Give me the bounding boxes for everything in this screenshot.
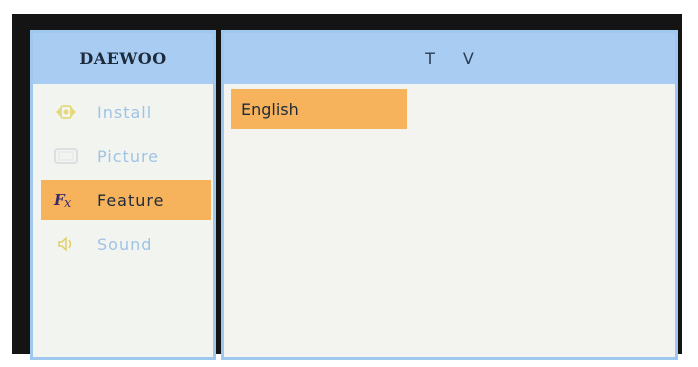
menu-item-feature[interactable]: F x Feature (41, 180, 211, 220)
side-menu-panel: DAEWOO Install Picture F x Feature Sound (30, 30, 216, 360)
menu-item-install-label: Install (97, 102, 153, 122)
menu-item-picture[interactable]: Picture (41, 136, 211, 176)
menu-item-install[interactable]: Install (41, 92, 211, 132)
feature-icon: F x (53, 190, 79, 210)
svg-text:x: x (64, 196, 72, 210)
menu-item-sound[interactable]: Sound (41, 224, 211, 264)
language-option-english[interactable]: English (231, 89, 407, 129)
brand-name: DAEWOO (79, 49, 167, 68)
menu-item-feature-label: Feature (97, 190, 165, 210)
side-menu-header: DAEWOO (33, 33, 213, 84)
main-panel-title: TV (425, 49, 502, 68)
main-panel-header: TV (224, 33, 675, 84)
menu-item-sound-label: Sound (97, 234, 153, 254)
speaker-icon (53, 234, 79, 254)
language-option-label: English (241, 99, 299, 119)
main-panel: TV English (221, 30, 678, 360)
picture-icon (53, 146, 79, 166)
menu-item-picture-label: Picture (97, 146, 160, 166)
install-icon (53, 102, 79, 122)
